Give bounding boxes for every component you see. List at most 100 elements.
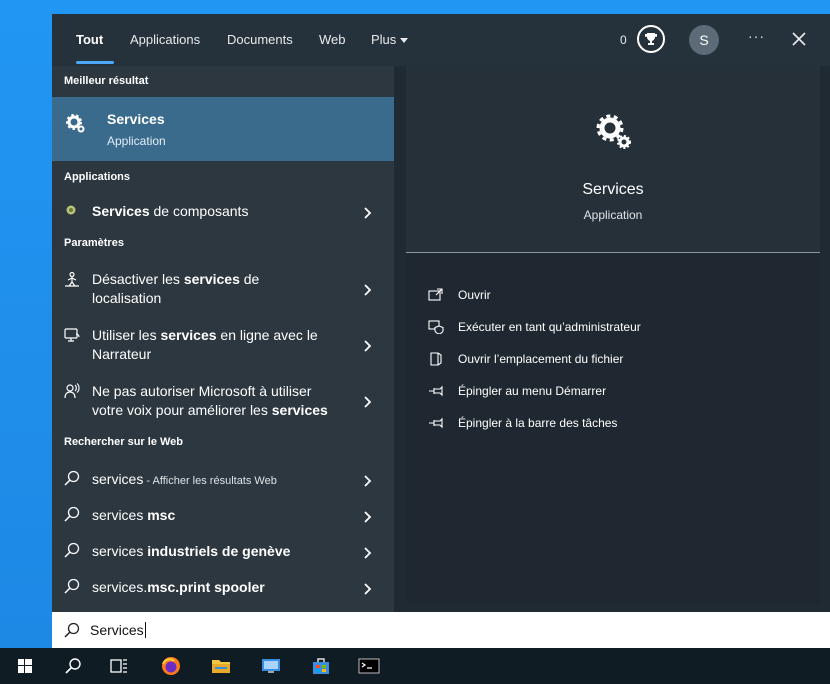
action-label: Ouvrir l’emplacement du fichier	[458, 352, 624, 366]
chevron-right-icon	[364, 284, 372, 296]
result-text: services	[92, 507, 148, 523]
result-label: Désactiver les services de localisation	[92, 270, 352, 308]
action-label: Épingler à la barre des tâches	[458, 416, 618, 430]
search-input[interactable]: Services	[90, 622, 146, 638]
chevron-right-icon	[364, 547, 372, 559]
remote-desktop-icon[interactable]	[260, 656, 282, 676]
section-applications: Applications	[64, 171, 131, 183]
search-icon	[64, 506, 80, 522]
action-label: Ouvrir	[458, 288, 491, 302]
result-services-composants[interactable]: Services de composants	[52, 200, 394, 224]
tab-all[interactable]: Tout	[76, 32, 103, 47]
web-result-services-msc[interactable]: services msc	[52, 502, 394, 528]
result-voice-improve[interactable]: Ne pas autoriser Microsoft à utiliser vot…	[52, 380, 394, 424]
search-icon	[64, 622, 80, 638]
highlight: msc	[147, 507, 176, 523]
result-text: localisation	[92, 290, 162, 306]
more-options-icon[interactable]: ···	[748, 28, 765, 44]
tab-more[interactable]: Plus	[371, 32, 409, 47]
file-explorer-icon[interactable]	[210, 656, 232, 676]
action-label: Exécuter en tant qu’administrateur	[458, 320, 641, 334]
shield-icon	[428, 320, 444, 334]
preview-divider	[406, 252, 820, 253]
result-text: Ne pas autoriser Microsoft à utiliser	[92, 383, 312, 399]
result-text: Narrateur	[92, 346, 152, 362]
tab-documents[interactable]: Documents	[227, 32, 293, 47]
result-text: votre voix pour améliorer les	[92, 402, 272, 418]
highlight: msc.print spooler	[147, 579, 265, 595]
tab-applications[interactable]: Applications	[130, 32, 200, 47]
result-text: Désactiver les	[92, 271, 184, 287]
section-web-search: Rechercher sur le Web	[64, 436, 184, 448]
best-match-type: Application	[107, 134, 166, 148]
preview-app-type: Application	[583, 208, 643, 222]
web-result-services-spooler[interactable]: services.msc.print spooler	[52, 574, 394, 600]
section-settings: Paramètres	[64, 237, 124, 249]
best-match-name: Services	[107, 111, 165, 127]
web-result-services-geneve[interactable]: services industriels de genève	[52, 538, 394, 564]
result-text: services.	[92, 579, 148, 595]
pin-icon	[429, 385, 443, 397]
task-view-icon[interactable]	[108, 656, 130, 676]
result-text: en ligne avec le	[216, 327, 318, 343]
user-avatar[interactable]: S	[689, 25, 719, 55]
highlight: Services	[92, 203, 150, 219]
action-label: Épingler au menu Démarrer	[458, 384, 607, 398]
result-label: services - Afficher les résultats Web	[92, 470, 352, 491]
firefox-icon[interactable]	[160, 656, 182, 676]
result-label: services msc	[92, 506, 352, 525]
chevron-right-icon	[364, 583, 372, 595]
chevron-right-icon	[364, 475, 372, 487]
search-box[interactable]: Services	[52, 612, 830, 648]
open-icon	[428, 288, 443, 301]
component-services-icon	[66, 205, 76, 215]
close-icon[interactable]	[789, 29, 809, 49]
tab-more-label: Plus	[371, 32, 397, 47]
result-label: Ne pas autoriser Microsoft à utiliser vot…	[92, 382, 362, 420]
taskbar	[0, 648, 830, 684]
chevron-down-icon	[400, 38, 409, 44]
result-narrator-online[interactable]: Utiliser les services en ligne avec le Na…	[52, 324, 394, 368]
chevron-right-icon	[364, 396, 372, 408]
section-best-match: Meilleur résultat	[64, 75, 149, 87]
chevron-right-icon	[364, 207, 372, 219]
terminal-icon[interactable]	[358, 656, 380, 676]
result-label: Services de composants	[92, 202, 352, 221]
active-tab-indicator	[76, 61, 114, 64]
search-icon	[64, 578, 80, 594]
preview-app-name: Services	[582, 181, 644, 198]
rewards-trophy-icon[interactable]	[637, 25, 665, 53]
search-query: Services	[90, 622, 144, 638]
location-person-icon	[65, 271, 79, 287]
result-text: de	[239, 271, 260, 287]
tab-web[interactable]: Web	[319, 32, 346, 47]
search-icon	[64, 470, 80, 486]
preview-pane: Services Application Ouvrir Exécuter en …	[406, 66, 820, 604]
chevron-right-icon	[364, 340, 372, 352]
reward-count: 0	[620, 33, 627, 47]
result-text: services	[92, 471, 144, 487]
search-icon	[64, 542, 80, 558]
result-text: Utiliser les	[92, 327, 161, 343]
search-icon[interactable]	[62, 656, 84, 676]
highlight: services	[271, 402, 328, 418]
results-list: Meilleur résultat Services Application A…	[52, 66, 394, 612]
search-panel: Tout Applications Documents Web Plus 0 S…	[52, 14, 830, 612]
result-label: services.msc.print spooler	[92, 578, 352, 597]
web-result-services[interactable]: services - Afficher les résultats Web	[52, 466, 394, 492]
store-icon[interactable]	[310, 656, 332, 676]
best-match-services[interactable]: Services Application	[52, 97, 394, 161]
chevron-right-icon	[364, 511, 372, 523]
search-filter-bar: Tout Applications Documents Web Plus 0 S…	[52, 14, 830, 66]
preview-header: Services Application	[406, 66, 820, 252]
result-hint: - Afficher les résultats Web	[143, 475, 277, 487]
highlight: services	[160, 327, 217, 343]
result-location-services[interactable]: Désactiver les services de localisation	[52, 268, 394, 312]
result-label: services industriels de genève	[92, 542, 352, 561]
pin-icon	[429, 417, 443, 429]
result-text: services	[92, 543, 148, 559]
voice-icon	[64, 383, 80, 399]
windows-start-icon[interactable]	[14, 656, 36, 676]
gear-icon	[596, 114, 631, 149]
highlight: services	[183, 271, 240, 287]
